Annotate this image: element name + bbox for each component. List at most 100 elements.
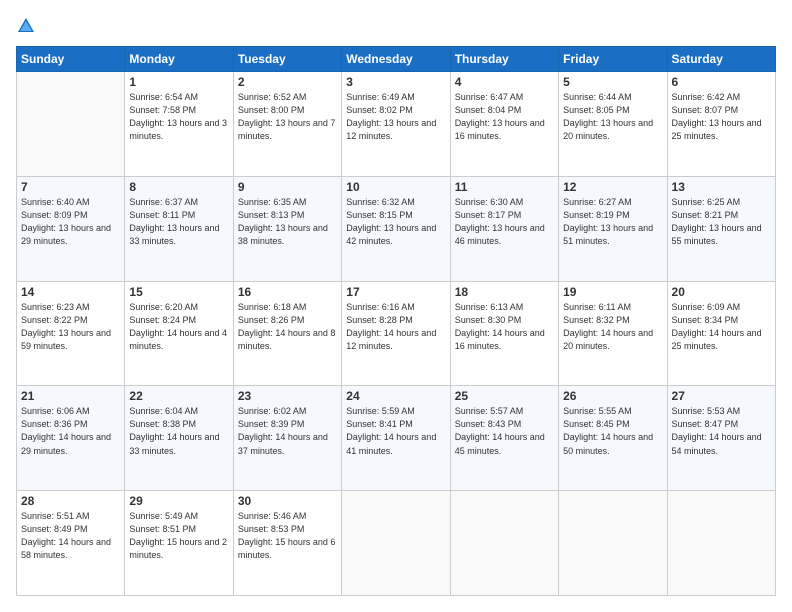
calendar-cell: 12 Sunrise: 6:27 AMSunset: 8:19 PMDayligh… <box>559 176 667 281</box>
day-number: 28 <box>21 494 120 508</box>
day-info: Sunrise: 6:02 AMSunset: 8:39 PMDaylight:… <box>238 405 337 457</box>
calendar-cell: 17 Sunrise: 6:16 AMSunset: 8:28 PMDayligh… <box>342 281 450 386</box>
day-info: Sunrise: 6:25 AMSunset: 8:21 PMDaylight:… <box>672 196 771 248</box>
day-info: Sunrise: 6:32 AMSunset: 8:15 PMDaylight:… <box>346 196 445 248</box>
calendar-cell: 19Sunrise: 6:11 AMSunset: 8:32 PMDayligh… <box>559 281 667 386</box>
calendar-cell: 16 Sunrise: 6:18 AMSunset: 8:26 PMDayligh… <box>233 281 341 386</box>
calendar-cell: 28 Sunrise: 5:51 AMSunset: 8:49 PMDayligh… <box>17 491 125 596</box>
weekday-header-row: SundayMondayTuesdayWednesdayThursdayFrid… <box>17 47 776 72</box>
header <box>16 16 776 36</box>
day-info: Sunrise: 6:23 AMSunset: 8:22 PMDaylight:… <box>21 301 120 353</box>
weekday-header-cell: Tuesday <box>233 47 341 72</box>
calendar-cell: 25 Sunrise: 5:57 AMSunset: 8:43 PMDayligh… <box>450 386 558 491</box>
calendar-cell: 13 Sunrise: 6:25 AMSunset: 8:21 PMDayligh… <box>667 176 775 281</box>
day-info: Sunrise: 5:57 AMSunset: 8:43 PMDaylight:… <box>455 405 554 457</box>
calendar-week-row: 21 Sunrise: 6:06 AMSunset: 8:36 PMDayligh… <box>17 386 776 491</box>
calendar-cell: 9Sunrise: 6:35 AMSunset: 8:13 PMDaylight… <box>233 176 341 281</box>
calendar-cell <box>17 72 125 177</box>
day-info: Sunrise: 6:18 AMSunset: 8:26 PMDaylight:… <box>238 301 337 353</box>
calendar-cell: 22 Sunrise: 6:04 AMSunset: 8:38 PMDayligh… <box>125 386 233 491</box>
day-number: 15 <box>129 285 228 299</box>
day-number: 2 <box>238 75 337 89</box>
calendar-cell: 27 Sunrise: 5:53 AMSunset: 8:47 PMDayligh… <box>667 386 775 491</box>
day-number: 23 <box>238 389 337 403</box>
day-number: 30 <box>238 494 337 508</box>
calendar-week-row: 1 Sunrise: 6:54 AMSunset: 7:58 PMDaylight… <box>17 72 776 177</box>
page: SundayMondayTuesdayWednesdayThursdayFrid… <box>0 0 792 612</box>
calendar-week-row: 7Sunrise: 6:40 AMSunset: 8:09 PMDaylight… <box>17 176 776 281</box>
weekday-header-cell: Saturday <box>667 47 775 72</box>
day-number: 19 <box>563 285 662 299</box>
day-info: Sunrise: 6:09 AMSunset: 8:34 PMDaylight:… <box>672 301 771 353</box>
calendar-cell: 5 Sunrise: 6:44 AMSunset: 8:05 PMDaylight… <box>559 72 667 177</box>
calendar-cell: 1 Sunrise: 6:54 AMSunset: 7:58 PMDaylight… <box>125 72 233 177</box>
day-number: 26 <box>563 389 662 403</box>
calendar-cell: 14 Sunrise: 6:23 AMSunset: 8:22 PMDayligh… <box>17 281 125 386</box>
calendar-cell: 10 Sunrise: 6:32 AMSunset: 8:15 PMDayligh… <box>342 176 450 281</box>
calendar-cell: 6Sunrise: 6:42 AMSunset: 8:07 PMDaylight… <box>667 72 775 177</box>
calendar-cell: 2 Sunrise: 6:52 AMSunset: 8:00 PMDaylight… <box>233 72 341 177</box>
day-info: Sunrise: 6:20 AMSunset: 8:24 PMDaylight:… <box>129 301 228 353</box>
day-info: Sunrise: 5:49 AMSunset: 8:51 PMDaylight:… <box>129 510 228 562</box>
day-number: 1 <box>129 75 228 89</box>
day-info: Sunrise: 6:27 AMSunset: 8:19 PMDaylight:… <box>563 196 662 248</box>
day-info: Sunrise: 6:49 AMSunset: 8:02 PMDaylight:… <box>346 91 445 143</box>
day-info: Sunrise: 5:51 AMSunset: 8:49 PMDaylight:… <box>21 510 120 562</box>
calendar-cell: 30 Sunrise: 5:46 AMSunset: 8:53 PMDayligh… <box>233 491 341 596</box>
calendar-cell: 4 Sunrise: 6:47 AMSunset: 8:04 PMDaylight… <box>450 72 558 177</box>
day-info: Sunrise: 6:16 AMSunset: 8:28 PMDaylight:… <box>346 301 445 353</box>
day-number: 21 <box>21 389 120 403</box>
day-info: Sunrise: 5:46 AMSunset: 8:53 PMDaylight:… <box>238 510 337 562</box>
calendar-cell: 8 Sunrise: 6:37 AMSunset: 8:11 PMDaylight… <box>125 176 233 281</box>
day-info: Sunrise: 6:54 AMSunset: 7:58 PMDaylight:… <box>129 91 228 143</box>
weekday-header-cell: Sunday <box>17 47 125 72</box>
day-number: 13 <box>672 180 771 194</box>
day-number: 14 <box>21 285 120 299</box>
day-info: Sunrise: 6:47 AMSunset: 8:04 PMDaylight:… <box>455 91 554 143</box>
day-number: 9 <box>238 180 337 194</box>
day-number: 3 <box>346 75 445 89</box>
day-number: 12 <box>563 180 662 194</box>
day-info: Sunrise: 6:06 AMSunset: 8:36 PMDaylight:… <box>21 405 120 457</box>
day-number: 8 <box>129 180 228 194</box>
day-info: Sunrise: 5:55 AMSunset: 8:45 PMDaylight:… <box>563 405 662 457</box>
calendar-cell: 29Sunrise: 5:49 AMSunset: 8:51 PMDayligh… <box>125 491 233 596</box>
day-info: Sunrise: 6:37 AMSunset: 8:11 PMDaylight:… <box>129 196 228 248</box>
day-number: 5 <box>563 75 662 89</box>
calendar-cell: 11 Sunrise: 6:30 AMSunset: 8:17 PMDayligh… <box>450 176 558 281</box>
calendar-cell: 3 Sunrise: 6:49 AMSunset: 8:02 PMDaylight… <box>342 72 450 177</box>
calendar-body: 1 Sunrise: 6:54 AMSunset: 7:58 PMDaylight… <box>17 72 776 596</box>
day-number: 25 <box>455 389 554 403</box>
day-number: 6 <box>672 75 771 89</box>
calendar-cell: 26 Sunrise: 5:55 AMSunset: 8:45 PMDayligh… <box>559 386 667 491</box>
day-number: 11 <box>455 180 554 194</box>
day-number: 24 <box>346 389 445 403</box>
calendar-cell <box>559 491 667 596</box>
day-number: 17 <box>346 285 445 299</box>
weekday-header-cell: Thursday <box>450 47 558 72</box>
weekday-header-cell: Monday <box>125 47 233 72</box>
day-info: Sunrise: 6:30 AMSunset: 8:17 PMDaylight:… <box>455 196 554 248</box>
calendar-week-row: 28 Sunrise: 5:51 AMSunset: 8:49 PMDayligh… <box>17 491 776 596</box>
day-info: Sunrise: 5:53 AMSunset: 8:47 PMDaylight:… <box>672 405 771 457</box>
calendar-cell: 20 Sunrise: 6:09 AMSunset: 8:34 PMDayligh… <box>667 281 775 386</box>
weekday-header-cell: Friday <box>559 47 667 72</box>
calendar-table: SundayMondayTuesdayWednesdayThursdayFrid… <box>16 46 776 596</box>
day-info: Sunrise: 6:13 AMSunset: 8:30 PMDaylight:… <box>455 301 554 353</box>
day-number: 16 <box>238 285 337 299</box>
day-info: Sunrise: 6:44 AMSunset: 8:05 PMDaylight:… <box>563 91 662 143</box>
calendar-week-row: 14 Sunrise: 6:23 AMSunset: 8:22 PMDayligh… <box>17 281 776 386</box>
day-number: 20 <box>672 285 771 299</box>
day-info: Sunrise: 6:04 AMSunset: 8:38 PMDaylight:… <box>129 405 228 457</box>
calendar-cell: 24 Sunrise: 5:59 AMSunset: 8:41 PMDayligh… <box>342 386 450 491</box>
calendar-cell: 15 Sunrise: 6:20 AMSunset: 8:24 PMDayligh… <box>125 281 233 386</box>
day-info: Sunrise: 5:59 AMSunset: 8:41 PMDaylight:… <box>346 405 445 457</box>
day-number: 4 <box>455 75 554 89</box>
day-number: 27 <box>672 389 771 403</box>
calendar-cell <box>667 491 775 596</box>
calendar-cell: 21 Sunrise: 6:06 AMSunset: 8:36 PMDayligh… <box>17 386 125 491</box>
day-number: 10 <box>346 180 445 194</box>
day-info: Sunrise: 6:52 AMSunset: 8:00 PMDaylight:… <box>238 91 337 143</box>
day-number: 22 <box>129 389 228 403</box>
logo <box>16 16 40 36</box>
